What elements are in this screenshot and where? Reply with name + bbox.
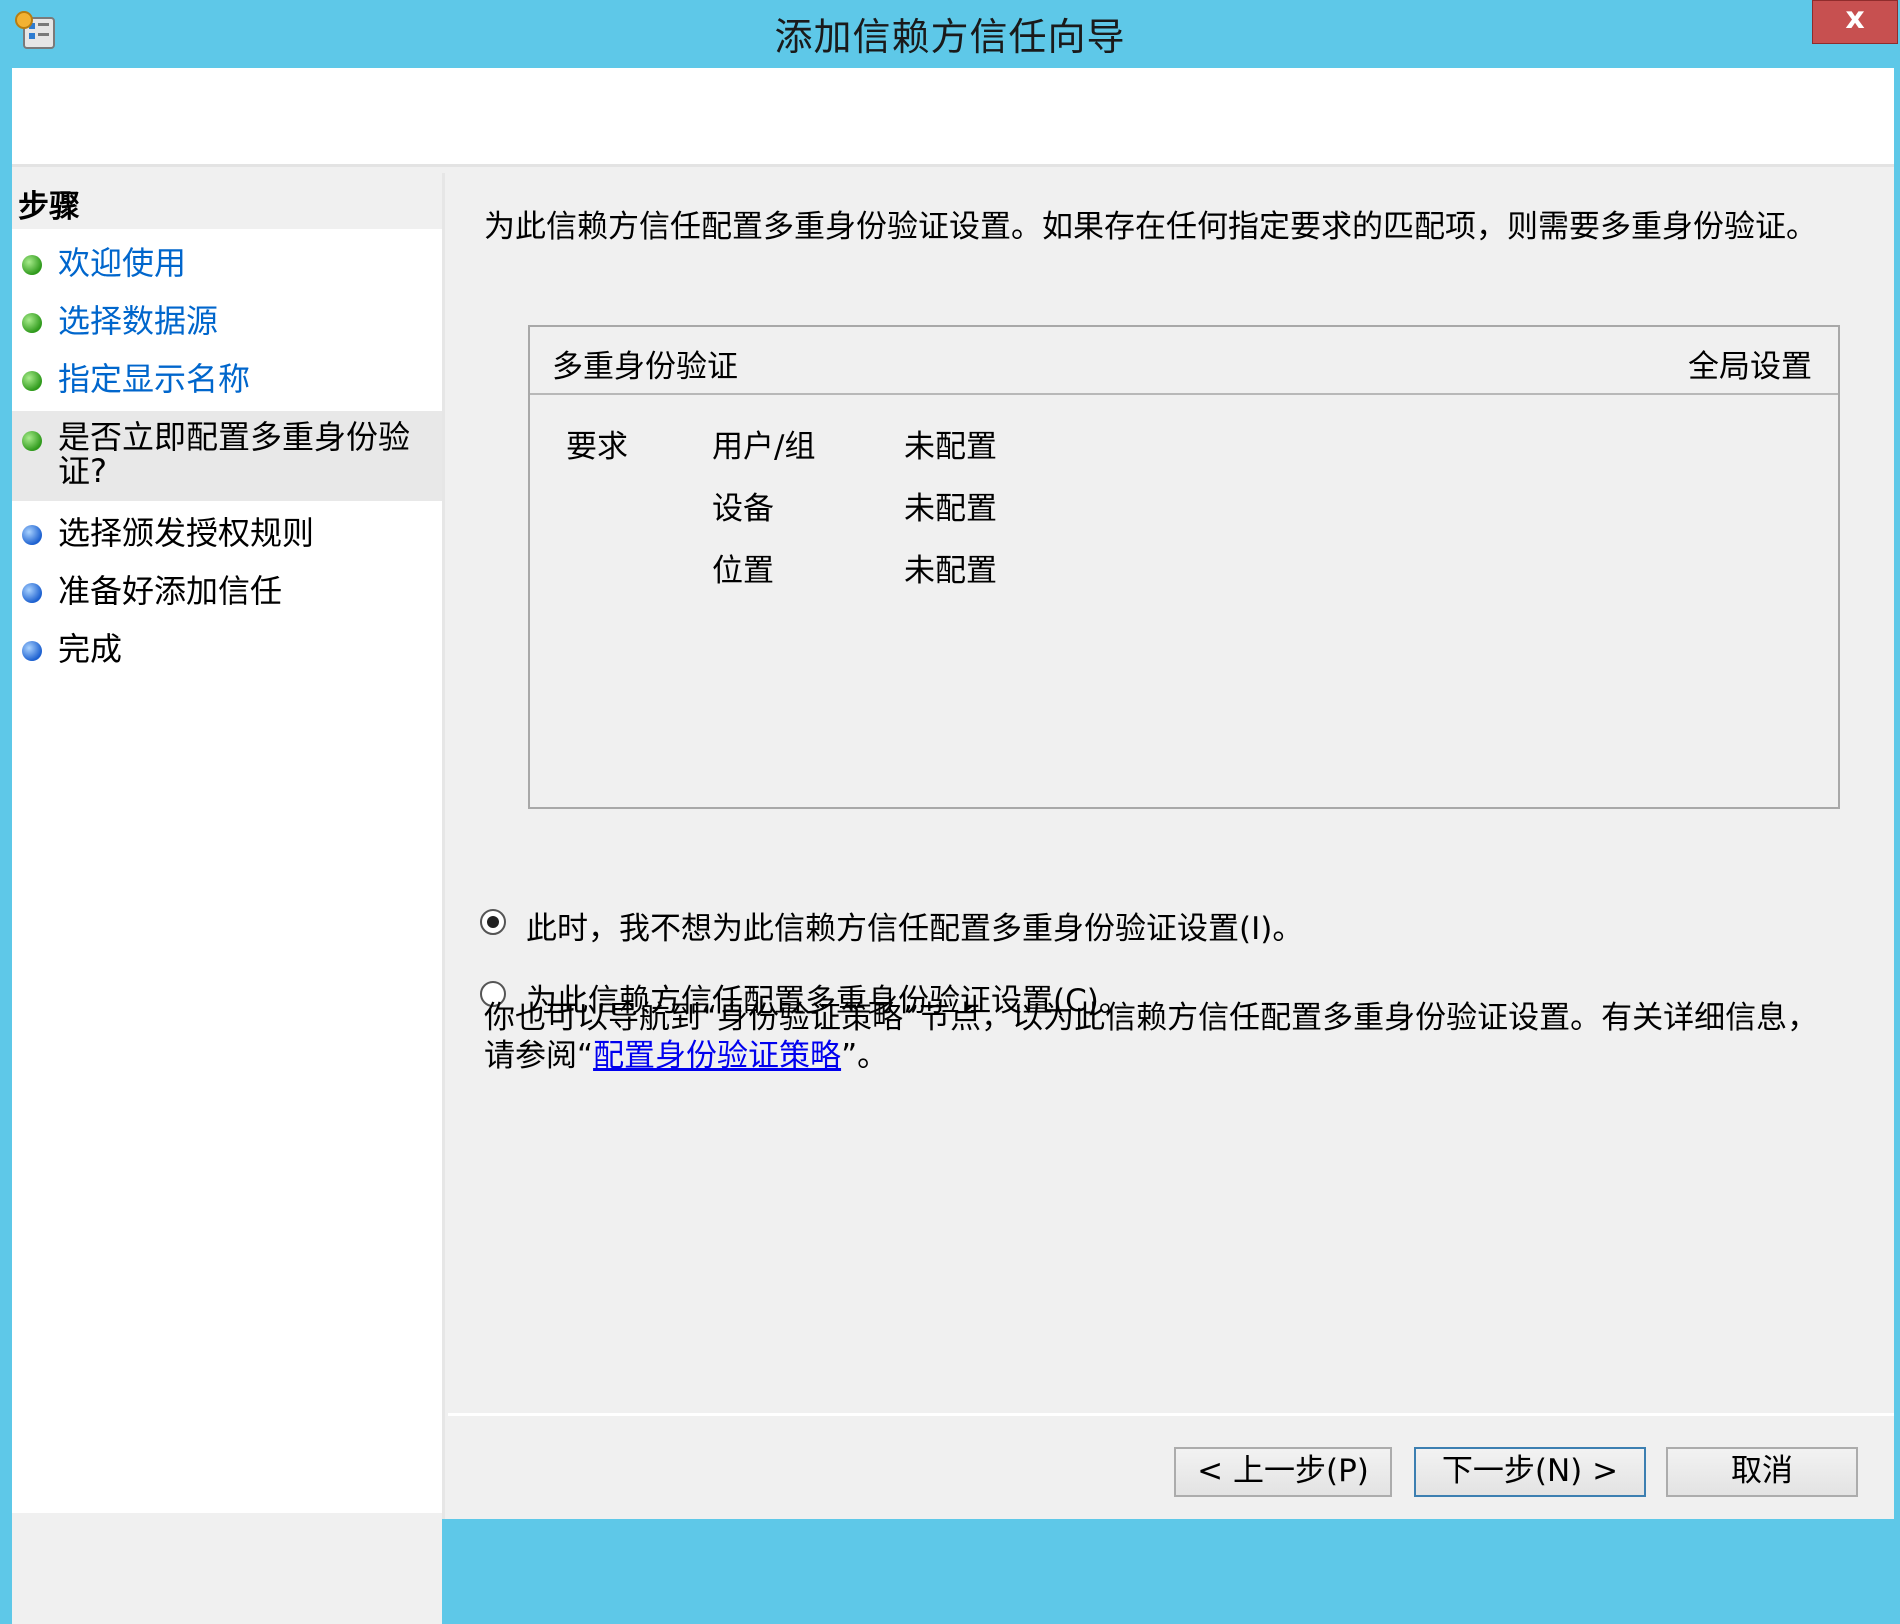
header-band (12, 68, 1894, 167)
steps-header: 步骤 (12, 173, 442, 229)
pane-divider (442, 173, 445, 1519)
steps-title: 步骤 (18, 189, 80, 225)
steps-pane: 步骤 欢迎使用 选择数据源 指定显示名称 是否立即配置多重身份验 证? 选择颁发… (12, 173, 442, 1624)
next-button[interactable]: 下一步(N) > (1414, 1447, 1646, 1497)
mfa-row-name: 用户/组 (712, 429, 816, 465)
step-done-icon (22, 313, 42, 333)
window-title: 添加信赖方信任向导 (774, 15, 1126, 59)
wizard-window: 添加信赖方信任向导 x 步骤 欢迎使用 选择数据源 指定显示名称 是否立即配置多… (0, 0, 1900, 1624)
step-pending-icon (22, 583, 42, 603)
mfa-row-name: 设备 (712, 491, 774, 527)
step-label: 指定显示名称 (58, 360, 251, 398)
step-select-data-source[interactable]: 选择数据源 (12, 295, 442, 347)
mfa-box-header: 多重身份验证 全局设置 (530, 327, 1838, 395)
mfa-global-settings-label: 全局设置 (1688, 349, 1812, 385)
main-pane: 为此信赖方信任配置多重身份验证设置。如果存在任何指定要求的匹配项，则需要多重身份… (448, 173, 1894, 1519)
configure-auth-policy-link[interactable]: 配置身份验证策略 (593, 1038, 841, 1074)
step-label: 欢迎使用 (58, 244, 187, 282)
wizard-client: 步骤 欢迎使用 选择数据源 指定显示名称 是否立即配置多重身份验 证? 选择颁发… (12, 68, 1894, 1624)
step-welcome[interactable]: 欢迎使用 (12, 237, 442, 289)
title-bar[interactable]: 添加信赖方信任向导 x (0, 0, 1900, 66)
mfa-requirement-label: 要求 (566, 429, 628, 465)
step-display-name[interactable]: 指定显示名称 (12, 353, 442, 405)
step-current-icon (22, 431, 42, 451)
step-pending-icon (22, 641, 42, 661)
info-paragraph: 你也可以导航到“身份验证策略”节点，以为此信赖方信任配置多重身份验证设置。有关详… (484, 999, 1844, 1075)
back-button[interactable]: < 上一步(P) (1174, 1447, 1392, 1497)
step-done-icon (22, 371, 42, 391)
step-pending-icon (22, 525, 42, 545)
steps-bottom-strip (12, 1513, 442, 1624)
cancel-button[interactable]: 取消 (1666, 1447, 1858, 1497)
mfa-row-value: 未配置 (904, 429, 997, 465)
radio-selected[interactable] (480, 909, 506, 935)
mfa-summary-box: 多重身份验证 全局设置 要求 用户/组 未配置 设备 未配置 位置 未配置 (528, 325, 1840, 809)
step-finish: 完成 (12, 623, 442, 675)
step-label-line2: 证? (58, 452, 107, 490)
step-label: 选择颁发授权规则 (58, 514, 315, 552)
close-button[interactable]: x (1812, 0, 1898, 44)
footer-separator (448, 1413, 1894, 1416)
mfa-box-title: 多重身份验证 (552, 349, 738, 385)
step-ready-to-add: 准备好添加信任 (12, 565, 442, 617)
step-done-icon (22, 255, 42, 275)
step-label: 选择数据源 (58, 302, 219, 340)
step-label-line1: 是否立即配置多重身份验 (58, 418, 411, 456)
step-label: 准备好添加信任 (58, 572, 283, 610)
step-configure-mfa[interactable]: 是否立即配置多重身份验 证? (12, 411, 442, 501)
info-suffix: ”。 (841, 1038, 889, 1074)
page-description: 为此信赖方信任配置多重身份验证设置。如果存在任何指定要求的匹配项，则需要多重身份… (484, 209, 1817, 245)
step-label: 完成 (58, 630, 123, 668)
mfa-row-name: 位置 (712, 553, 774, 589)
mfa-row-value: 未配置 (904, 491, 997, 527)
step-issuance-rules: 选择颁发授权规则 (12, 507, 442, 559)
option-skip-mfa-label[interactable]: 此时，我不想为此信赖方信任配置多重身份验证设置(I)。 (526, 903, 1303, 948)
mfa-row-value: 未配置 (904, 553, 997, 589)
